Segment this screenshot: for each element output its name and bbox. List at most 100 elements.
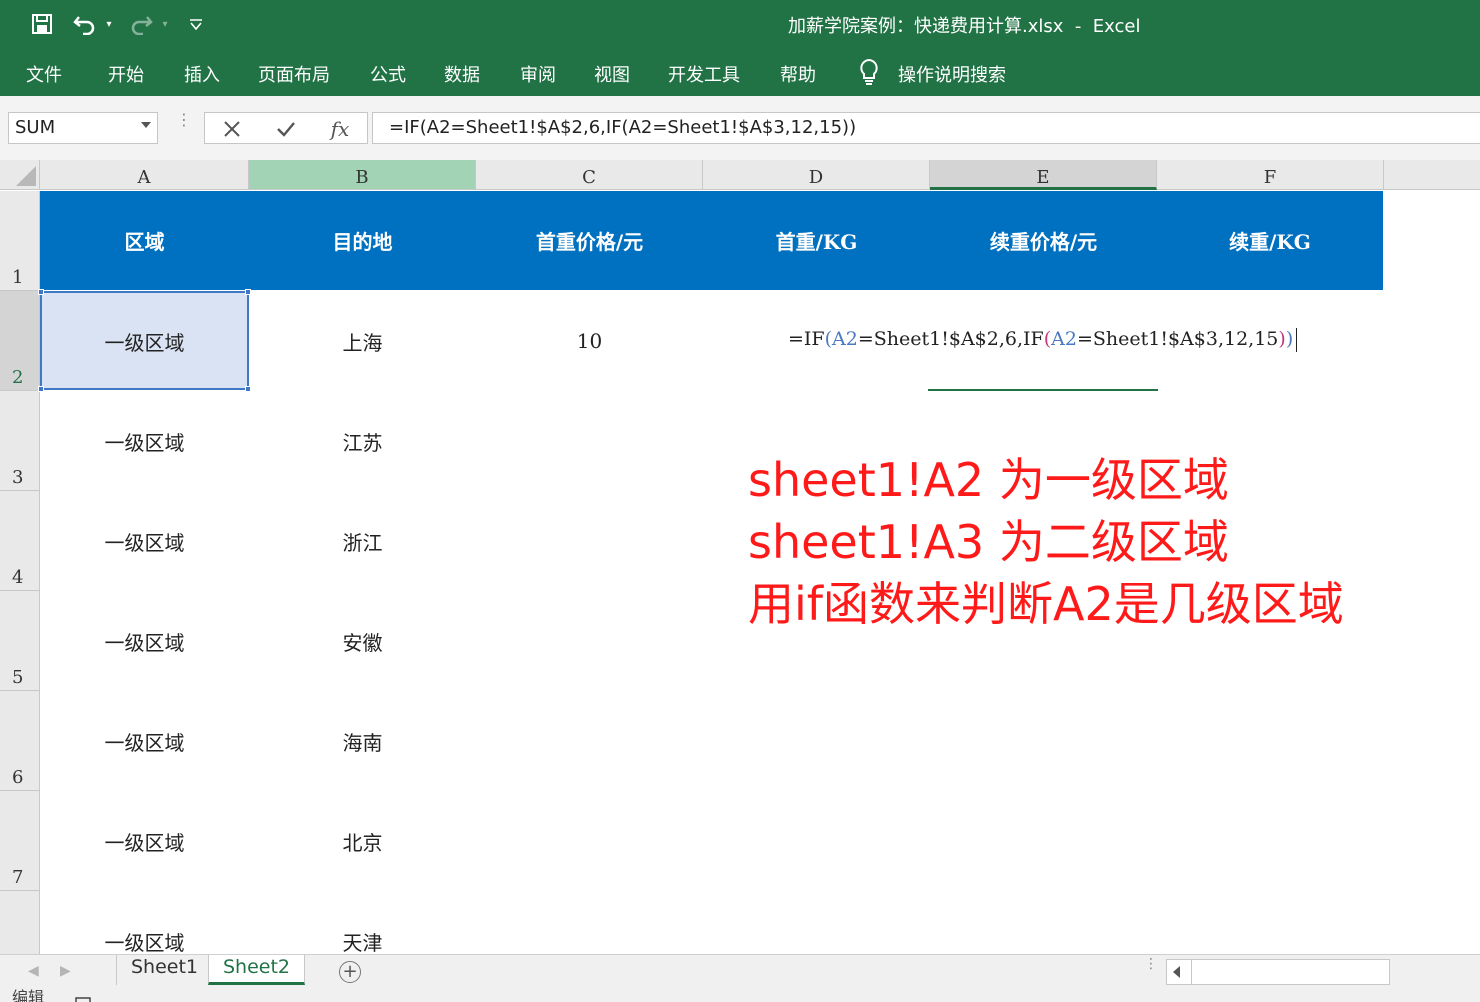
cell-b8[interactable]: 天津 — [249, 921, 476, 955]
name-box-value: SUM — [15, 117, 56, 138]
column-header-e[interactable]: E — [930, 160, 1157, 190]
name-box[interactable]: SUM — [8, 112, 158, 144]
save-icon[interactable] — [28, 8, 56, 40]
customize-toolbar-icon[interactable] — [186, 8, 206, 40]
column-header-a[interactable]: A — [40, 160, 249, 190]
row-header-7[interactable]: 7 — [0, 791, 40, 891]
undo-icon[interactable] — [70, 8, 100, 40]
formula-text: =Sheet1!$A$3,12,15 — [1076, 328, 1279, 350]
tab-help[interactable]: 帮助 — [780, 61, 816, 87]
select-all-triangle — [16, 166, 36, 186]
row-header-2[interactable]: 2 — [0, 291, 40, 391]
formula-text: =Sheet1!$A$2,6,IF — [857, 328, 1044, 350]
insert-function-button[interactable]: fx — [325, 115, 355, 143]
status-bar: 编辑 — [0, 988, 1480, 1002]
column-header-c[interactable]: C — [476, 160, 703, 190]
formula-paren: ) — [1278, 328, 1286, 350]
cell-b4[interactable]: 浙江 — [249, 521, 476, 561]
drag-handle-icon[interactable]: ⋮ — [176, 112, 192, 140]
in-cell-formula-editor[interactable]: =IF(A2=Sheet1!$A$2,6,IF(A2=Sheet1!$A$3,1… — [788, 328, 1298, 352]
next-sheet-icon[interactable]: ▶ — [60, 963, 71, 979]
sheet-tab-sheet1[interactable]: Sheet1 — [116, 955, 212, 985]
excel-window: ▾ ▾ 加薪学院案例：快递费用计算.xlsx - Excel 文件 开始 插入 … — [0, 0, 1480, 1002]
cell-b6[interactable]: 海南 — [249, 721, 476, 761]
cell-c2[interactable]: 10 — [476, 321, 703, 361]
cell-a2[interactable]: 一级区域 — [40, 321, 249, 361]
formula-bar-area: SUM ⋮ fx =IF(A2=Sheet1!$A$2,6,IF(A2=Shee… — [0, 96, 1480, 160]
annotation-line-2: sheet1!A3 为二级区域 — [748, 515, 1229, 569]
row-header-8[interactable] — [0, 891, 40, 954]
cell-a8[interactable]: 一级区域 — [40, 921, 249, 955]
scroll-left-icon[interactable] — [1173, 966, 1180, 978]
formula-paren: ) — [1285, 328, 1294, 350]
tab-formulas[interactable]: 公式 — [370, 61, 406, 87]
tab-splitter-icon[interactable]: ⋮ — [1144, 957, 1158, 971]
formula-text: =IF — [788, 328, 825, 350]
cell-b2[interactable]: 上海 — [249, 321, 476, 361]
selection-handle[interactable] — [245, 289, 251, 295]
cell-b5[interactable]: 安徽 — [249, 621, 476, 661]
window-title: 加薪学院案例：快递费用计算.xlsx - Excel — [788, 16, 1141, 37]
row-header-3[interactable]: 3 — [0, 391, 40, 491]
row-header-5[interactable]: 5 — [0, 591, 40, 691]
select-all-button[interactable] — [0, 160, 40, 190]
scrollbar-divider — [1191, 960, 1192, 984]
tab-page-layout[interactable]: 页面布局 — [258, 61, 330, 87]
cell-a7[interactable]: 一级区域 — [40, 821, 249, 861]
redo-icon[interactable] — [126, 8, 156, 40]
header-cell-destination[interactable]: 目的地 — [249, 191, 476, 290]
tab-view[interactable]: 视图 — [594, 61, 630, 87]
tab-review[interactable]: 审阅 — [520, 61, 556, 87]
selection-handle[interactable] — [245, 386, 251, 392]
formula-buttons: fx — [204, 112, 368, 144]
formula-input[interactable]: =IF(A2=Sheet1!$A$2,6,IF(A2=Sheet1!$A$3,1… — [372, 112, 1480, 144]
status-mode: 编辑 — [12, 988, 45, 1002]
horizontal-scrollbar[interactable] — [1166, 959, 1390, 985]
prev-sheet-icon[interactable]: ◀ — [28, 963, 39, 979]
row-header-1[interactable]: 1 — [0, 191, 40, 291]
column-e-edit-underline — [928, 389, 1158, 391]
column-header-g[interactable] — [1384, 160, 1480, 190]
cell-a4[interactable]: 一级区域 — [40, 521, 249, 561]
enter-check-icon[interactable] — [271, 115, 301, 143]
cell-b3[interactable]: 江苏 — [249, 421, 476, 461]
tab-developer[interactable]: 开发工具 — [668, 61, 740, 87]
selection-handle[interactable] — [38, 386, 44, 392]
header-cell-region[interactable]: 区域 — [40, 191, 249, 290]
annotation-line-1: sheet1!A2 为一级区域 — [748, 453, 1229, 507]
row-header-4[interactable]: 4 — [0, 491, 40, 591]
lightbulb-icon — [858, 58, 880, 90]
sheet-tab-sheet2[interactable]: Sheet2 — [208, 955, 306, 985]
header-cell-extra-weight[interactable]: 续重/KG — [1157, 191, 1383, 290]
tab-file[interactable]: 文件 — [26, 61, 62, 87]
column-header-b[interactable]: B — [249, 160, 476, 190]
tab-home[interactable]: 开始 — [108, 61, 144, 87]
column-header-f[interactable]: F — [1157, 160, 1384, 190]
worksheet-grid: A B C D E F 1 2 3 4 5 6 7 区域 目的地 首重价格/元 … — [0, 160, 1480, 954]
column-header-d[interactable]: D — [703, 160, 930, 190]
macro-record-icon[interactable] — [74, 992, 94, 1002]
sheet-tabs-bar: ◀ ▶ Sheet1 Sheet2 + ⋮ — [0, 954, 1480, 988]
chevron-down-icon[interactable] — [141, 122, 151, 128]
cell-a6[interactable]: 一级区域 — [40, 721, 249, 761]
selection-handle[interactable] — [38, 289, 44, 295]
cell-b7[interactable]: 北京 — [249, 821, 476, 861]
formula-cell-ref: A2 — [832, 328, 858, 350]
add-sheet-icon[interactable]: + — [339, 961, 361, 983]
tab-insert[interactable]: 插入 — [184, 61, 220, 87]
annotation-line-3: 用if函数来判断A2是几级区域 — [748, 577, 1344, 631]
tell-me-search[interactable]: 操作说明搜索 — [898, 61, 1006, 87]
cancel-icon[interactable] — [217, 115, 247, 143]
header-cell-first-price[interactable]: 首重价格/元 — [476, 191, 703, 290]
formula-paren: ( — [824, 328, 833, 350]
row-header-6[interactable]: 6 — [0, 691, 40, 791]
ribbon-tabs: 文件 开始 插入 页面布局 公式 数据 审阅 视图 开发工具 帮助 操作说明搜索 — [0, 48, 1480, 96]
tab-data[interactable]: 数据 — [444, 61, 480, 87]
redo-dropdown-icon[interactable]: ▾ — [158, 8, 172, 40]
header-cell-extra-price[interactable]: 续重价格/元 — [930, 191, 1157, 290]
cell-a3[interactable]: 一级区域 — [40, 421, 249, 461]
table-header-row: 区域 目的地 首重价格/元 首重/KG 续重价格/元 续重/KG — [40, 191, 1383, 290]
undo-dropdown-icon[interactable]: ▾ — [102, 8, 116, 40]
header-cell-first-weight[interactable]: 首重/KG — [703, 191, 930, 290]
cell-a5[interactable]: 一级区域 — [40, 621, 249, 661]
